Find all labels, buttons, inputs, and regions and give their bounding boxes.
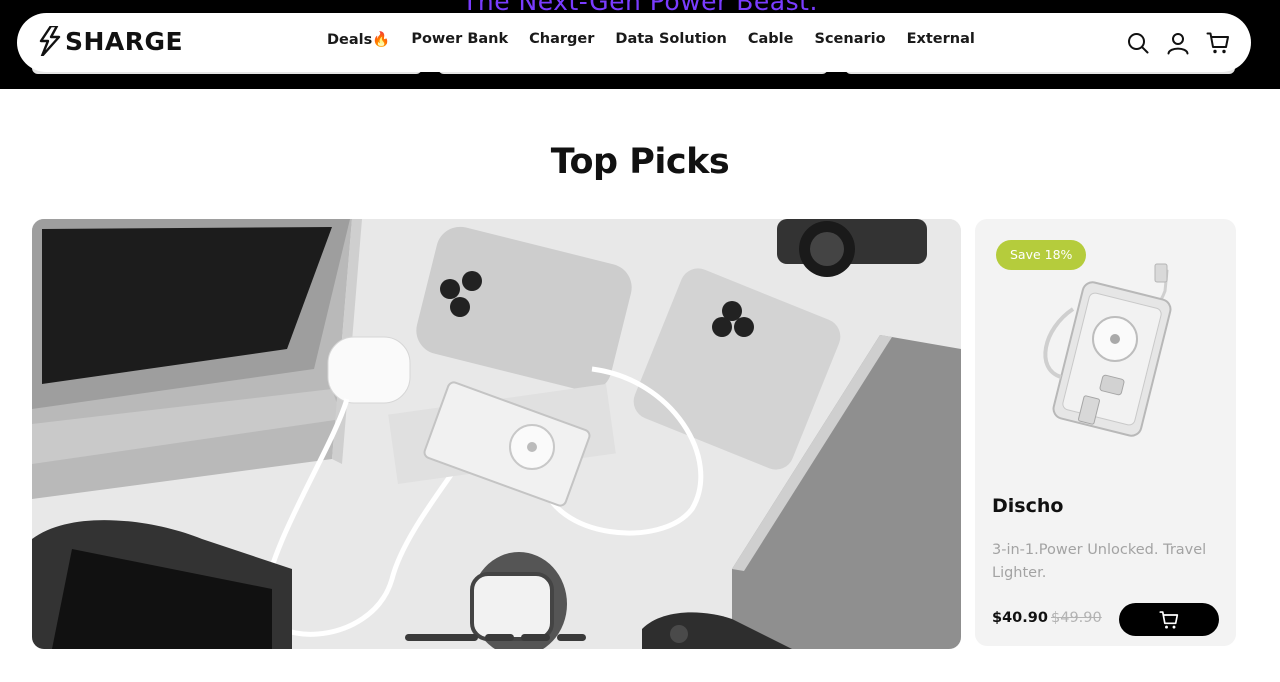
header-actions xyxy=(1111,30,1231,56)
nav-item-deals[interactable]: Deals🔥 xyxy=(327,31,390,48)
product-card[interactable]: Save 18% Discho 3-in-1.Power Unlocked. T… xyxy=(975,219,1236,646)
sale-price: $40.90 xyxy=(992,610,1048,626)
cart-icon[interactable] xyxy=(1205,30,1231,56)
product-name[interactable]: Discho xyxy=(992,495,1063,517)
site-header: SHARGE Deals🔥 Power Bank Charger Data So… xyxy=(17,13,1251,72)
section-title: Top Picks xyxy=(550,142,730,182)
compare-price: $49.90 xyxy=(1051,610,1102,626)
carousel-dot[interactable] xyxy=(485,634,514,641)
logo-link[interactable]: SHARGE xyxy=(39,26,183,56)
carousel-pagination xyxy=(405,634,593,641)
nav-item-data-solution[interactable]: Data Solution xyxy=(615,31,726,48)
add-to-cart-button[interactable] xyxy=(1119,603,1219,636)
carousel-dot[interactable] xyxy=(521,634,550,641)
nav-item-scenario[interactable]: Scenario xyxy=(815,31,886,48)
carousel-dot-active[interactable] xyxy=(405,634,478,641)
product-description: 3-in-1.Power Unlocked. Travel Lighter. xyxy=(992,542,1207,581)
logo-text: SHARGE xyxy=(65,26,184,56)
nav-item-power-bank[interactable]: Power Bank xyxy=(411,31,508,48)
search-icon[interactable] xyxy=(1125,30,1151,56)
cart-icon xyxy=(1159,610,1179,628)
account-icon[interactable] xyxy=(1165,30,1191,56)
lifestyle-product-image[interactable] xyxy=(32,219,961,649)
nav-item-external[interactable]: External xyxy=(907,31,975,48)
lightning-logo-icon xyxy=(39,26,61,56)
main-nav: Deals🔥 Power Bank Charger Data Solution … xyxy=(327,31,996,48)
nav-item-charger[interactable]: Charger xyxy=(529,31,594,48)
nav-item-cable[interactable]: Cable xyxy=(748,31,794,48)
product-scene-illustration xyxy=(32,219,961,649)
product-image[interactable] xyxy=(1015,259,1205,449)
carousel-dot[interactable] xyxy=(557,634,586,641)
